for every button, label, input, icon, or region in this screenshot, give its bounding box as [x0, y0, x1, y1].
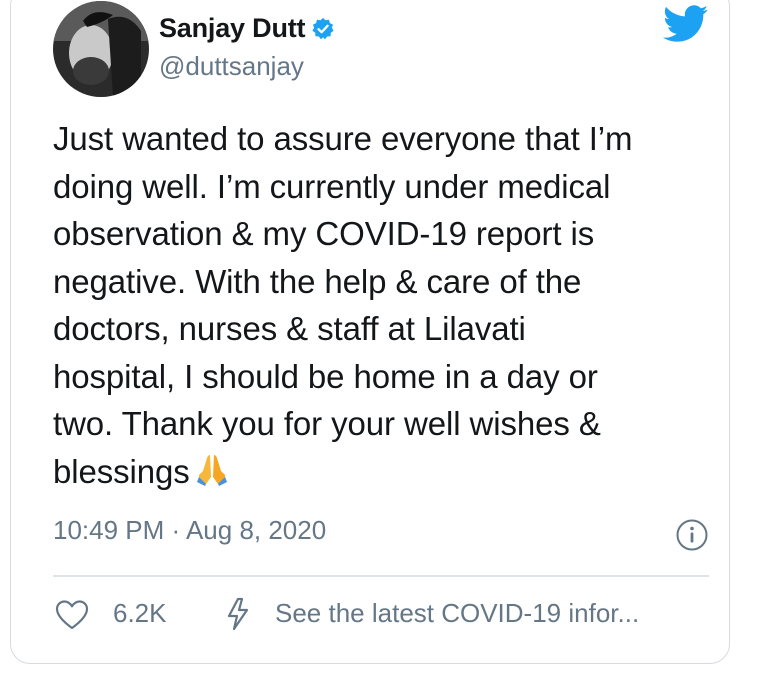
lightning-icon	[225, 597, 251, 631]
heart-icon[interactable]	[55, 599, 89, 631]
like-count[interactable]: 6.2K	[113, 598, 167, 629]
covid-info-link[interactable]: See the latest COVID-19 infor...	[275, 598, 639, 629]
author-name[interactable]: Sanjay Dutt	[159, 13, 306, 44]
twitter-bird-icon[interactable]	[663, 5, 709, 43]
tweet-body: Just wanted to assure everyone that I’m …	[53, 120, 633, 490]
info-icon[interactable]	[675, 518, 709, 552]
tweet-timestamp[interactable]: 10:49 PM · Aug 8, 2020	[53, 515, 326, 546]
verified-badge-icon	[311, 17, 335, 41]
avatar[interactable]	[53, 1, 149, 97]
tweet-card: Sanjay Dutt @duttsanjay Just wanted to a…	[10, 0, 730, 664]
author-name-row[interactable]: Sanjay Dutt	[159, 13, 335, 44]
tweet-text: Just wanted to assure everyone that I’m …	[53, 115, 713, 499]
divider	[53, 575, 709, 577]
folded-hands-emoji	[194, 451, 230, 500]
author-handle[interactable]: @duttsanjay	[159, 51, 304, 82]
